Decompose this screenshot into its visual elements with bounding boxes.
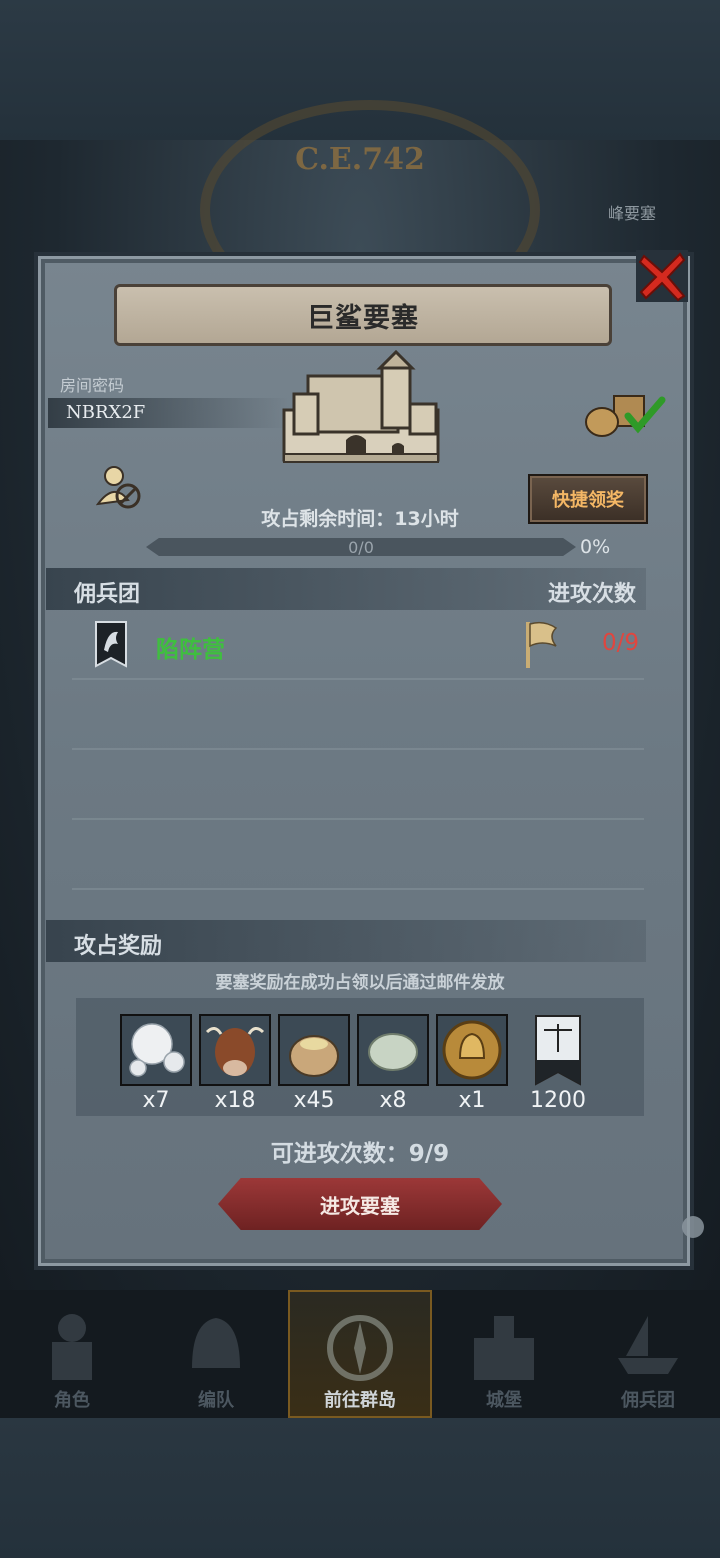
- reward-item-pearl[interactable]: [120, 1014, 192, 1086]
- nav-label: 角色: [54, 1390, 90, 1411]
- mercenary-banner-icon: [95, 621, 127, 668]
- reward-item-cattle[interactable]: [199, 1014, 271, 1086]
- rewards-header: 攻占奖励: [74, 934, 163, 959]
- background-fortress-label: 峰要塞: [608, 204, 657, 223]
- bottom-band: [0, 1418, 720, 1558]
- row-divider: [72, 678, 644, 680]
- stone-icon: [357, 1014, 429, 1086]
- cattle-icon: [199, 1014, 271, 1086]
- mercenary-ship-icon: [618, 1316, 678, 1374]
- castle-icon: [474, 1316, 534, 1380]
- edge-scroll-handle[interactable]: [682, 1216, 704, 1238]
- room-password-label: 房间密码: [60, 376, 125, 395]
- row-divider: [72, 818, 644, 820]
- mercenary-header: 佣兵团: [74, 582, 141, 607]
- nav-label: 城堡: [486, 1390, 522, 1411]
- capture-progress-percent: 0%: [580, 536, 611, 558]
- knight-coin-icon: [436, 1014, 508, 1086]
- grain-sack-icon: [278, 1014, 350, 1086]
- rewards-note: 要塞奖励在成功占领以后通过邮件发放: [215, 973, 505, 993]
- mercenary-name[interactable]: 陷阵营: [156, 630, 225, 664]
- reward-qty: x1: [458, 1088, 486, 1113]
- attack-fortress-button[interactable]: 进攻要塞: [218, 1178, 502, 1230]
- claimed-bag-icon: [585, 395, 666, 437]
- era-text: C.E.742: [295, 142, 425, 177]
- capture-remaining-time: 攻占剩余时间：13小时: [261, 508, 459, 530]
- nav-label: 佣兵团: [621, 1390, 675, 1411]
- fortress-title-text: 巨鲨要塞: [307, 302, 419, 334]
- helmet-icon: [192, 1318, 240, 1368]
- nav-item-islands[interactable]: 前往群岛: [288, 1290, 432, 1418]
- mercenary-attack-count: 0/9: [602, 630, 640, 656]
- capture-progress-text: 0/0: [348, 538, 374, 557]
- pearl-icon: [120, 1014, 192, 1086]
- nav-item-mercenary[interactable]: 佣兵团: [576, 1290, 720, 1418]
- nav-item-castle[interactable]: 城堡: [432, 1290, 576, 1418]
- knight-icon: [52, 1314, 92, 1380]
- attack-count-header: 进攻次数: [548, 582, 637, 607]
- reward-item-justice-banner[interactable]: [522, 1014, 594, 1086]
- close-icon: [638, 252, 686, 302]
- fortress-castle-image: [282, 350, 440, 463]
- compass-icon: [327, 1315, 393, 1381]
- close-button[interactable]: [636, 250, 688, 302]
- nav-item-character[interactable]: 角色: [0, 1290, 144, 1418]
- available-attacks: 可进攻次数：9/9: [270, 1141, 450, 1167]
- nav-label: 编队: [198, 1390, 234, 1411]
- row-divider: [72, 888, 644, 890]
- reward-item-knight-coin[interactable]: [436, 1014, 508, 1086]
- attack-flag-icon: [526, 621, 558, 668]
- reward-item-grain[interactable]: [278, 1014, 350, 1086]
- fortress-title: 巨鲨要塞: [114, 284, 612, 346]
- nav-label: 前往群岛: [324, 1390, 396, 1411]
- nav-item-formation[interactable]: 编队: [144, 1290, 288, 1418]
- row-divider: [72, 748, 644, 750]
- reward-item-stone[interactable]: [357, 1014, 429, 1086]
- room-code: NBRX2F: [66, 402, 146, 423]
- reward-qty: 1200: [530, 1088, 586, 1113]
- justice-banner-icon: [535, 1015, 581, 1086]
